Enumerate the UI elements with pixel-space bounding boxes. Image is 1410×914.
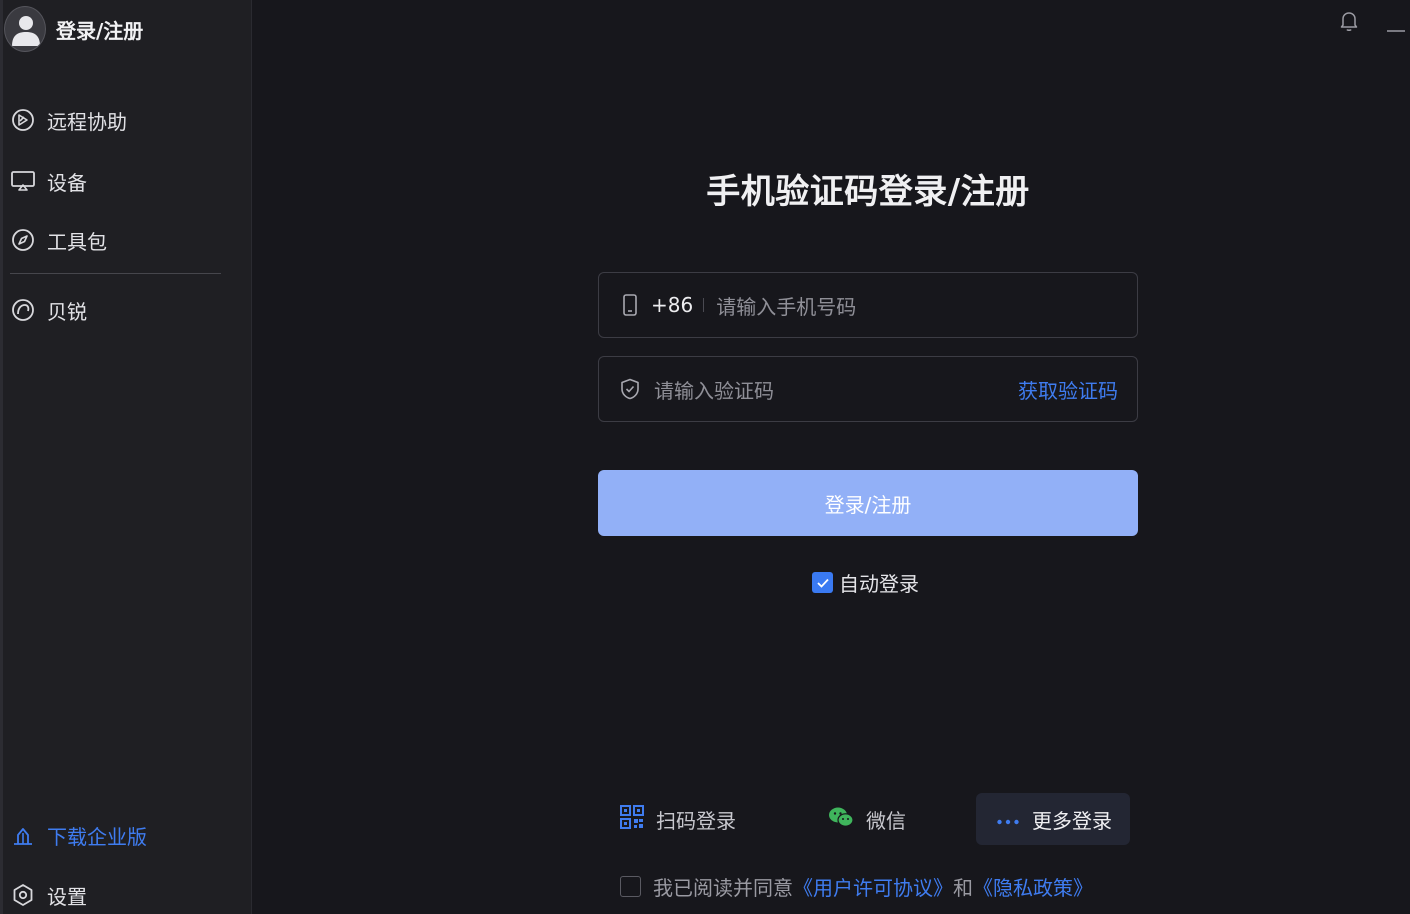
privacy-link[interactable]: 《隐私政策》 [973,872,1093,901]
sidebar-item-toolkit[interactable]: 工具包 [10,225,107,255]
sidebar-item-devices[interactable]: 设备 [10,166,87,196]
sidebar-item-label: 设置 [47,884,87,909]
qr-code-icon [620,804,644,834]
phone-input[interactable]: 请输入手机号码 [716,291,856,320]
user-icon [12,16,40,46]
agreement-prefix: 我已阅读并同意 [653,876,793,900]
wechat-login-label: 微信 [866,808,906,833]
shield-check-icon [619,377,641,401]
more-login-button[interactable]: 更多登录 [976,793,1130,845]
remote-assist-icon [10,107,36,133]
auto-login-checkbox[interactable]: 自动登录 [812,568,919,597]
field-separator [703,298,705,312]
monitor-icon [10,168,36,194]
profile-label[interactable]: 登录/注册 [56,15,143,44]
checkbox-checked-icon[interactable] [812,572,833,593]
wechat-login-button[interactable]: 微信 [828,793,906,845]
qr-login-label: 扫码登录 [656,808,736,833]
code-field[interactable]: 请输入验证码 获取验证码 [598,356,1138,422]
sidebar-item-settings[interactable]: 设置 [10,880,87,910]
agreement-and: 和 [953,876,973,900]
sidebar-item-label: 远程协助 [47,109,127,134]
phone-field[interactable]: +86 请输入手机号码 [598,272,1138,338]
settings-icon [10,882,36,908]
phone-icon [619,293,641,317]
agreement-checkbox[interactable] [620,876,641,897]
building-icon [10,822,36,848]
login-button[interactable]: 登录/注册 [598,470,1138,536]
profile-login[interactable]: 登录/注册 [4,6,143,52]
sidebar-item-label: 设备 [47,170,87,195]
oray-logo-icon [10,297,36,323]
more-dots-icon [996,807,1020,831]
country-code[interactable]: +86 [651,293,693,317]
sidebar-divider [10,273,221,274]
sidebar: 登录/注册 远程协助 设备 工具包 贝锐 下载企业版 设置 [0,0,252,914]
minimize-icon[interactable] [1386,18,1406,37]
page-title: 手机验证码登录/注册 [706,172,1030,212]
download-enterprise-label: 下载企业版 [47,824,147,849]
more-login-label: 更多登录 [1032,808,1112,833]
compass-icon [10,227,36,253]
agreement-row: 我已阅读并同意 《用户许可协议》 和 《隐私政策》 [620,872,1093,901]
wechat-icon [828,806,854,833]
qr-login-button[interactable]: 扫码登录 [620,793,736,845]
get-code-link[interactable]: 获取验证码 [1018,375,1118,404]
auto-login-label: 自动登录 [839,572,919,596]
bell-icon[interactable] [1339,10,1359,36]
sidebar-item-label: 工具包 [47,229,107,254]
sidebar-item-oray[interactable]: 贝锐 [10,295,87,325]
download-enterprise-link[interactable]: 下载企业版 [10,820,147,850]
sidebar-item-label: 贝锐 [47,299,87,324]
license-link[interactable]: 《用户许可协议》 [793,872,953,901]
code-input[interactable]: 请输入验证码 [654,375,774,404]
avatar[interactable] [4,6,46,52]
sidebar-item-remote-assist[interactable]: 远程协助 [10,105,127,135]
